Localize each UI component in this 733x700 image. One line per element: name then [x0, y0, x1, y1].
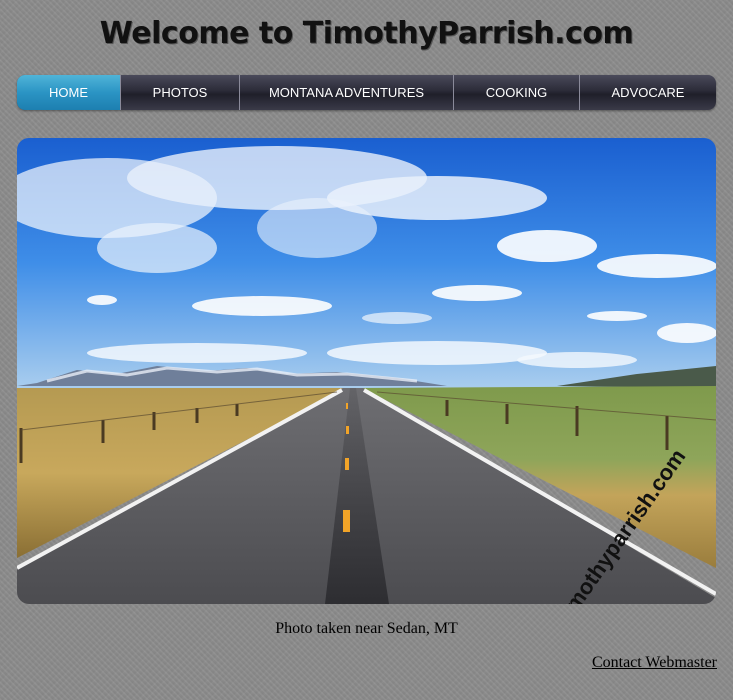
nav-item-advocare[interactable]: ADVOCARE	[580, 75, 716, 110]
photo-caption: Photo taken near Sedan, MT	[275, 620, 458, 637]
nav-item-cooking[interactable]: COOKING	[454, 75, 580, 110]
main-nav: HOME PHOTOS MONTANA ADVENTURES COOKING A…	[17, 75, 716, 110]
nav-item-photos[interactable]: PHOTOS	[121, 75, 240, 110]
site-title: Welcome to TimothyParrish.com	[99, 16, 634, 51]
nav-item-home[interactable]: HOME	[17, 75, 121, 110]
contact-webmaster-link[interactable]: Contact Webmaster	[592, 654, 717, 672]
hero-photo: timothyparrish.com	[17, 138, 716, 604]
nav-item-montana-adventures[interactable]: MONTANA ADVENTURES	[240, 75, 454, 110]
